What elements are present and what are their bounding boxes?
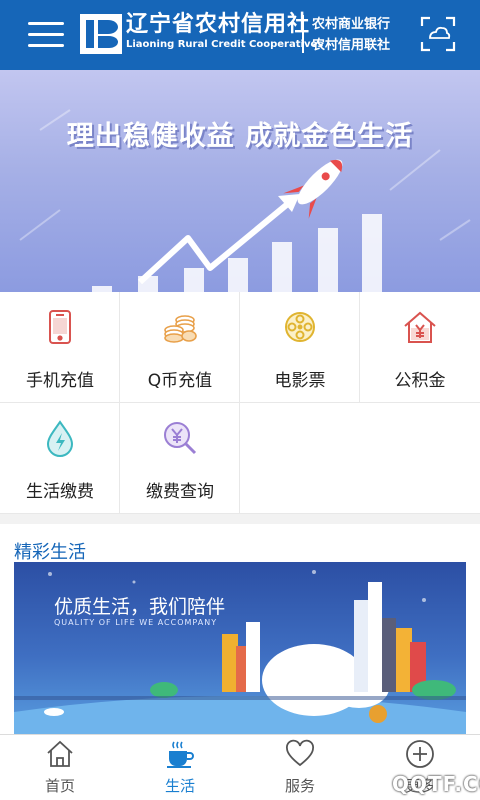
slogan-line-1: 农村商业银行 <box>312 17 391 32</box>
service-movie-tickets[interactable]: 电影票 <box>240 292 360 403</box>
service-housing-fund[interactable]: 公积金 <box>360 292 480 403</box>
slogan-line-2: 农村信用联社 <box>312 38 391 53</box>
site-watermark: QQTF.COM <box>392 772 480 796</box>
grid-empty-space <box>240 403 480 514</box>
app-screen: 辽宁省农村信用社 Liaoning Rural Credit Cooperati… <box>0 0 480 800</box>
service-label: 公积金 <box>394 371 446 391</box>
brand-name-en: Liaoning Rural Credit Cooperatives <box>126 39 324 50</box>
tab-label: 生活 <box>164 777 195 795</box>
service-label: 生活缴费 <box>26 482 94 502</box>
menu-icon[interactable] <box>28 20 64 50</box>
yuan-search-icon <box>164 422 197 455</box>
service-label: Q币充值 <box>147 371 213 391</box>
promo-title: 优质生活，我们陪伴 <box>54 596 226 618</box>
life-promo-banner[interactable]: 优质生活，我们陪伴 QUALITY OF LIFE WE ACCOMPANY <box>14 562 466 734</box>
scan-icon[interactable] <box>420 16 456 52</box>
header-divider <box>302 15 304 53</box>
home-icon <box>47 740 73 767</box>
film-reel-icon <box>285 312 315 342</box>
featured-life-section: 精彩生活 优质生活，我们陪伴 QUALITY OF LIFE WE ACCOMP… <box>0 524 480 734</box>
service-utility-payment[interactable]: 生活缴费 <box>0 403 120 514</box>
service-qcoin-recharge[interactable]: Q币充值 <box>120 292 240 403</box>
header-slogan: 农村商业银行 农村信用联社 <box>312 14 390 56</box>
banner-title: 理出稳健收益 成就金色生活 <box>66 121 414 152</box>
service-label: 电影票 <box>274 371 326 391</box>
phone-icon <box>49 310 71 344</box>
banner-illustration <box>19 109 471 292</box>
house-yuan-icon <box>404 311 436 343</box>
brand-block: 辽宁省农村信用社 Liaoning Rural Credit Cooperati… <box>126 12 323 52</box>
tab-life[interactable]: 生活 <box>120 735 240 800</box>
promo-subtitle: QUALITY OF LIFE WE ACCOMPANY <box>54 618 218 627</box>
heart-icon <box>286 739 314 767</box>
section-title: 精彩生活 <box>14 542 86 563</box>
service-mobile-recharge[interactable]: 手机充值 <box>0 292 120 403</box>
drop-lightning-icon <box>46 420 74 457</box>
city-illustration <box>14 570 466 734</box>
plus-circle-icon <box>406 740 434 768</box>
tab-label: 服务 <box>284 777 315 795</box>
services-grid: 手机充值 Q币充值 电影票 公积金 生活缴费 缴费查询 <box>0 292 480 514</box>
service-label: 缴费查询 <box>146 482 214 502</box>
app-header: 辽宁省农村信用社 Liaoning Rural Credit Cooperati… <box>0 0 480 70</box>
tab-service[interactable]: 服务 <box>240 735 360 800</box>
tab-label: 首页 <box>44 777 75 795</box>
tab-home[interactable]: 首页 <box>0 735 120 800</box>
bank-logo <box>80 14 122 54</box>
service-payment-query[interactable]: 缴费查询 <box>120 403 240 514</box>
service-label: 手机充值 <box>26 371 94 391</box>
brand-name: 辽宁省农村信用社 <box>126 12 311 37</box>
coffee-cup-icon <box>167 741 194 768</box>
coins-icon <box>164 315 197 343</box>
promo-banner[interactable]: 理出稳健收益 成就金色生活 <box>0 70 480 292</box>
